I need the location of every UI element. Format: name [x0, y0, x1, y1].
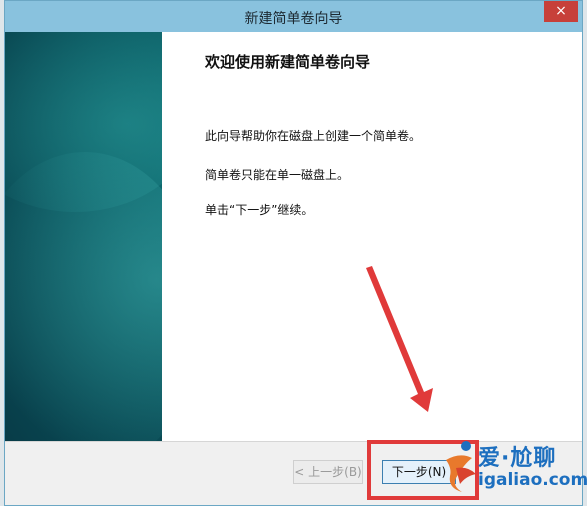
watermark-title: 爱·尬聊: [478, 446, 557, 471]
watermark-logo-icon: [446, 441, 476, 492]
red-arrow-annotation: [366, 266, 433, 412]
watermark-url: igaliao.com: [478, 470, 587, 490]
arrow-shape: [366, 266, 433, 412]
watermark: 爱·尬聊 igaliao.com: [442, 438, 587, 498]
